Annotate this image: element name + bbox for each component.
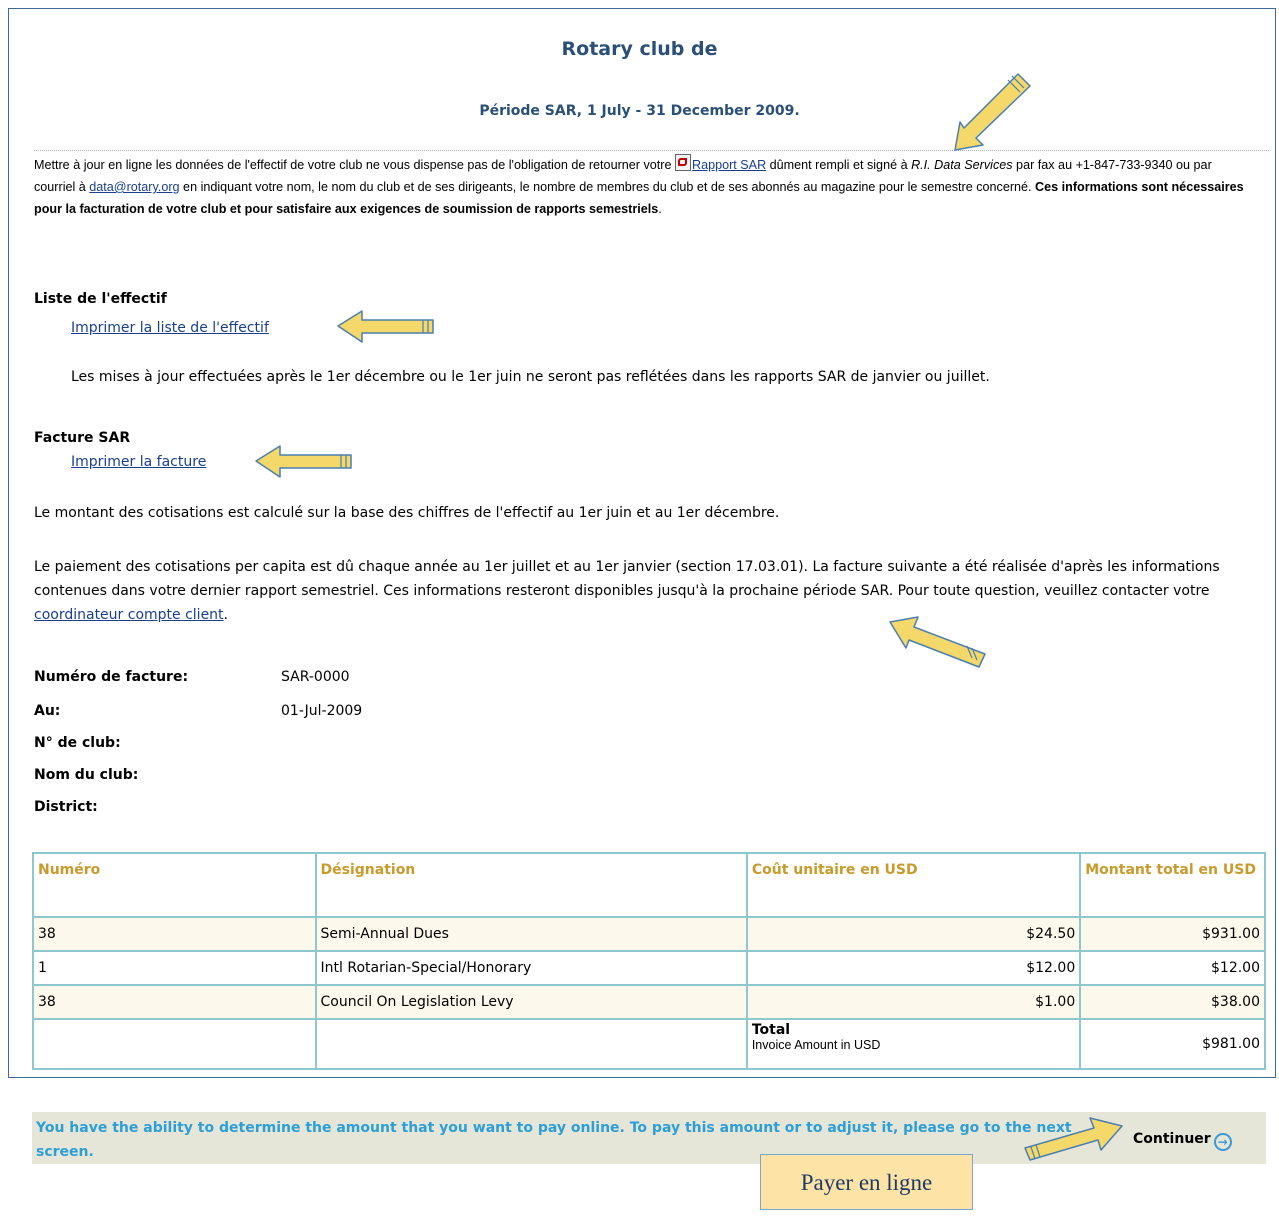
intro-end: . bbox=[658, 202, 662, 216]
ri-data-services: R.I. Data Services bbox=[911, 158, 1013, 172]
total-sublabel: Invoice Amount in USD bbox=[751, 1038, 881, 1052]
invoice-number-label: Numéro de facture: bbox=[34, 669, 189, 685]
col-header-number: Numéro bbox=[32, 852, 317, 918]
calc-note: Le montant des cotisations est calculé s… bbox=[34, 505, 780, 521]
cell-unit-cost: $24.50 bbox=[745, 916, 1082, 952]
cell-number: 38 bbox=[32, 984, 317, 1020]
cell-unit-cost: $12.00 bbox=[745, 950, 1082, 986]
sar-report-link[interactable]: Rapport SAR bbox=[692, 158, 766, 172]
period-subtitle: Période SAR, 1 July - 31 December 2009. bbox=[479, 103, 800, 119]
invoice-heading: Facture SAR bbox=[34, 430, 131, 446]
date-label: Au: bbox=[34, 703, 61, 719]
account-coordinator-link[interactable]: coordinateur compte client bbox=[34, 607, 224, 623]
membership-heading: Liste de l'effectif bbox=[34, 291, 167, 307]
cell-designation: Council On Legislation Levy bbox=[314, 984, 748, 1020]
cell-designation: Intl Rotarian-Special/Honorary bbox=[314, 950, 748, 986]
continue-button[interactable]: Continuer → bbox=[1133, 1131, 1232, 1151]
print-invoice-link[interactable]: Imprimer la facture bbox=[71, 454, 206, 470]
cell-number: 1 bbox=[32, 950, 317, 986]
pdf-icon bbox=[674, 154, 691, 171]
intro-text-4: en indiquant votre nom, le nom du club e… bbox=[179, 180, 1036, 194]
email-link[interactable]: data@rotary.org bbox=[89, 180, 179, 194]
cell-empty bbox=[32, 1018, 317, 1070]
membership-note: Les mises à jour effectuées après le 1er… bbox=[71, 369, 990, 385]
payment-note-text: Le paiement des cotisations per capita e… bbox=[34, 559, 1220, 599]
print-membership-link[interactable]: Imprimer la liste de l'effectif bbox=[71, 320, 269, 336]
total-label: Total bbox=[751, 1022, 791, 1038]
cell-total: $38.00 bbox=[1079, 984, 1266, 1020]
club-name-label: Nom du club: bbox=[34, 767, 139, 783]
pay-online-callout: Payer en ligne bbox=[760, 1154, 973, 1210]
cell-empty bbox=[314, 1018, 748, 1070]
club-number-label: N° de club: bbox=[34, 735, 121, 751]
intro-text-2: dûment rempli et signé à bbox=[766, 158, 912, 172]
cell-total: $12.00 bbox=[1079, 950, 1266, 986]
payment-note: Le paiement des cotisations per capita e… bbox=[34, 555, 1244, 627]
col-header-total: Montant total en USD bbox=[1079, 852, 1266, 918]
cell-designation: Semi-Annual Dues bbox=[314, 916, 748, 952]
intro-text-1: Mettre à jour en ligne les données de l'… bbox=[34, 158, 675, 172]
district-label: District: bbox=[34, 799, 98, 815]
payment-note-end: . bbox=[223, 607, 228, 623]
table-total-row: Total Invoice Amount in USD $981.00 bbox=[32, 1018, 1266, 1070]
col-header-unit-cost: Coût unitaire en USD bbox=[745, 852, 1082, 918]
table-row: 38 Semi-Annual Dues $24.50 $931.00 bbox=[32, 916, 1266, 952]
divider bbox=[34, 150, 1269, 151]
cell-total: $931.00 bbox=[1079, 916, 1266, 952]
cell-unit-cost: $1.00 bbox=[745, 984, 1082, 1020]
invoice-number-value: SAR-0000 bbox=[281, 669, 350, 685]
date-value: 01-Jul-2009 bbox=[281, 703, 363, 719]
col-header-designation: Désignation bbox=[314, 852, 748, 918]
total-value: $981.00 bbox=[1079, 1018, 1266, 1070]
table-row: 1 Intl Rotarian-Special/Honorary $12.00 … bbox=[32, 950, 1266, 986]
page-title: Rotary club de bbox=[561, 38, 718, 60]
invoice-table: Numéro Désignation Coût unitaire en USD … bbox=[32, 852, 1266, 1070]
table-header-row: Numéro Désignation Coût unitaire en USD … bbox=[32, 852, 1266, 918]
continue-label: Continuer bbox=[1133, 1131, 1211, 1147]
intro-paragraph: Mettre à jour en ligne les données de l'… bbox=[34, 154, 1244, 220]
total-label-cell: Total Invoice Amount in USD bbox=[745, 1018, 1082, 1070]
table-row: 38 Council On Legislation Levy $1.00 $38… bbox=[32, 984, 1266, 1020]
arrow-right-circle-icon: → bbox=[1213, 1133, 1232, 1151]
cell-number: 38 bbox=[32, 916, 317, 952]
